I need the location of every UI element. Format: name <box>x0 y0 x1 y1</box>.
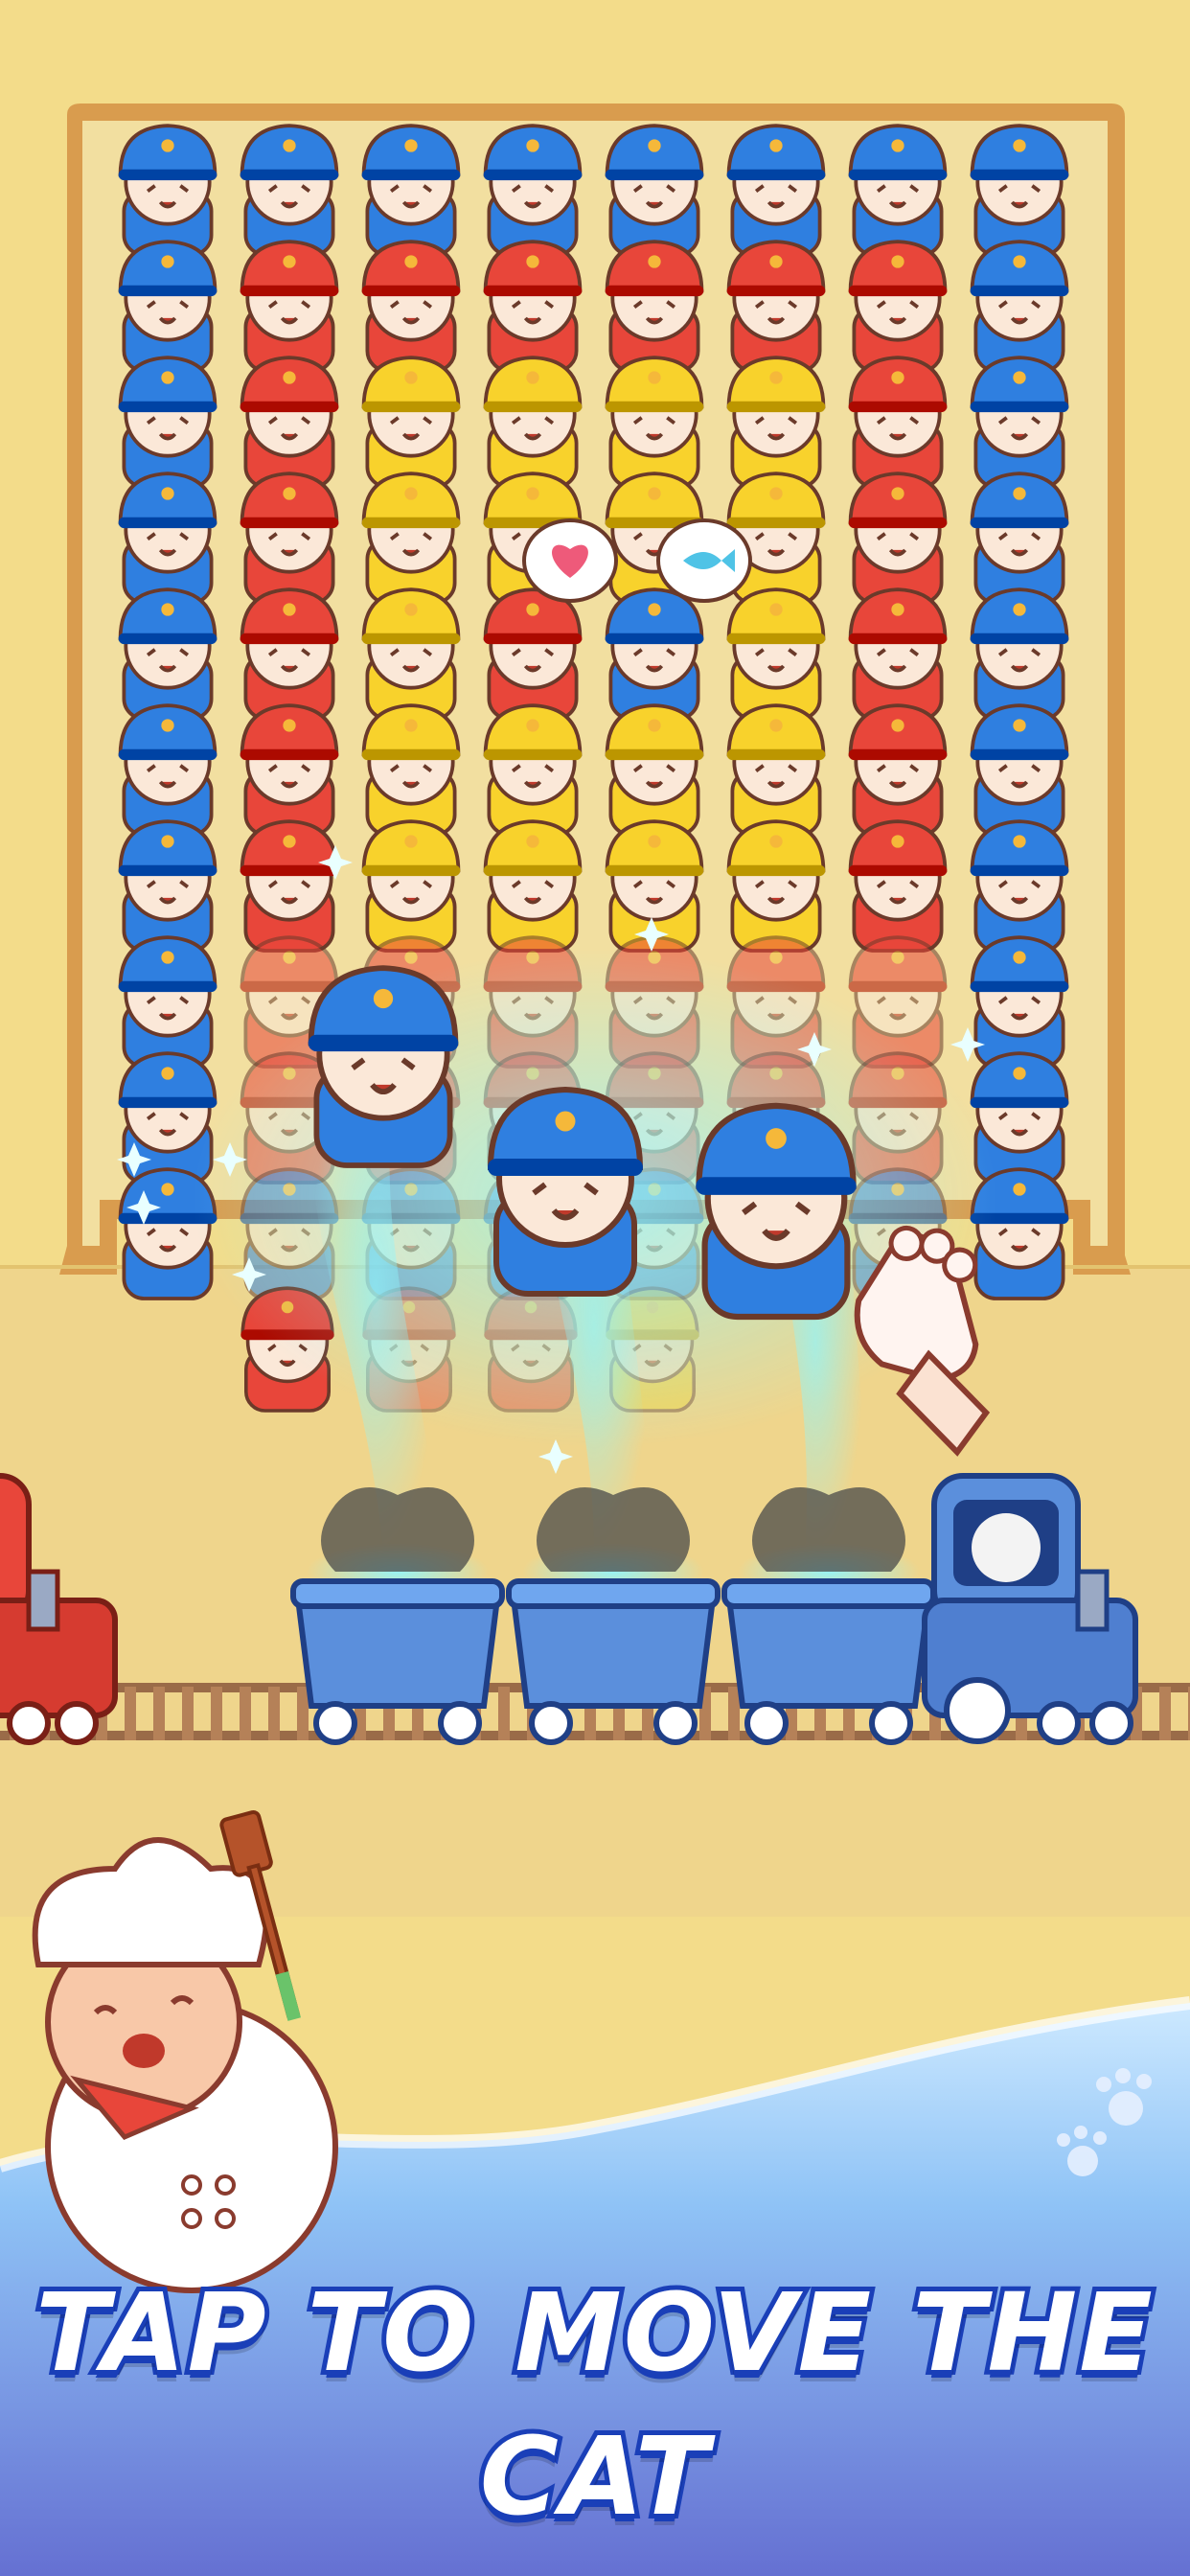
cat-tile[interactable] <box>483 819 583 953</box>
cat-tile[interactable] <box>848 240 948 373</box>
cat-tile[interactable] <box>726 124 826 257</box>
flying-police-cat[interactable] <box>487 1086 644 1297</box>
cat-tile[interactable] <box>118 587 217 721</box>
cat-tile[interactable] <box>240 356 339 489</box>
cat-tile[interactable] <box>970 819 1069 953</box>
cat-tile[interactable] <box>240 240 339 373</box>
cat-tile[interactable] <box>118 703 217 837</box>
cat-tile[interactable] <box>605 124 704 257</box>
cat-tile[interactable] <box>726 819 826 953</box>
cat-tile[interactable] <box>726 587 826 721</box>
cat-tile[interactable] <box>483 124 583 257</box>
cat-tile[interactable] <box>605 356 704 489</box>
cat-tile[interactable] <box>848 124 948 257</box>
cat-tile[interactable] <box>605 587 704 721</box>
promo-caption: TAP TO MOVE THE CAT <box>31 2266 1157 2544</box>
cat-tile[interactable] <box>361 356 461 489</box>
cat-tile[interactable] <box>483 587 583 721</box>
cat-tile[interactable] <box>970 703 1069 837</box>
cat-tile[interactable] <box>483 703 583 837</box>
cat-tile[interactable] <box>361 124 461 257</box>
cat-tile[interactable] <box>848 703 948 837</box>
cat-tile[interactable] <box>483 356 583 489</box>
cat-tile[interactable] <box>240 587 339 721</box>
cat-tile[interactable] <box>118 124 217 257</box>
cat-tile[interactable] <box>361 472 461 605</box>
cat-tile[interactable] <box>118 356 217 489</box>
flying-police-cat[interactable] <box>308 965 459 1168</box>
fish-icon <box>656 518 752 603</box>
cat-tile[interactable] <box>605 240 704 373</box>
cat-tile[interactable] <box>361 703 461 837</box>
cat-tile[interactable] <box>240 124 339 257</box>
cat-tile[interactable] <box>970 124 1069 257</box>
cat-tile[interactable] <box>848 819 948 953</box>
cat-tile[interactable] <box>726 356 826 489</box>
cat-tile[interactable] <box>605 703 704 837</box>
train-wagon <box>721 1487 936 1745</box>
cat-tile[interactable] <box>726 703 826 837</box>
cat-tile[interactable] <box>726 240 826 373</box>
cat-tile[interactable] <box>483 240 583 373</box>
cat-tile[interactable] <box>970 240 1069 373</box>
cat-tile[interactable] <box>118 935 217 1069</box>
cat-tile[interactable] <box>118 240 217 373</box>
cat-tile[interactable] <box>848 356 948 489</box>
cat-tile[interactable] <box>118 472 217 605</box>
cat-tile[interactable] <box>848 587 948 721</box>
cat-tile[interactable] <box>361 240 461 373</box>
cat-tile[interactable] <box>361 587 461 721</box>
train-wagon <box>290 1487 505 1745</box>
cat-tile[interactable] <box>970 472 1069 605</box>
cat-tile[interactable] <box>240 703 339 837</box>
train-wagon <box>506 1487 721 1745</box>
flying-police-cat[interactable] <box>696 1102 857 1321</box>
game-scene <box>0 0 1190 2576</box>
heart-icon <box>522 518 618 603</box>
cat-tile[interactable] <box>970 935 1069 1069</box>
cat-tile[interactable] <box>240 472 339 605</box>
cat-tile[interactable] <box>118 819 217 953</box>
cat-tile[interactable] <box>240 819 339 953</box>
cat-tile[interactable] <box>970 356 1069 489</box>
cat-tile[interactable] <box>970 587 1069 721</box>
cat-tile[interactable] <box>848 472 948 605</box>
cat-tile[interactable] <box>361 819 461 953</box>
